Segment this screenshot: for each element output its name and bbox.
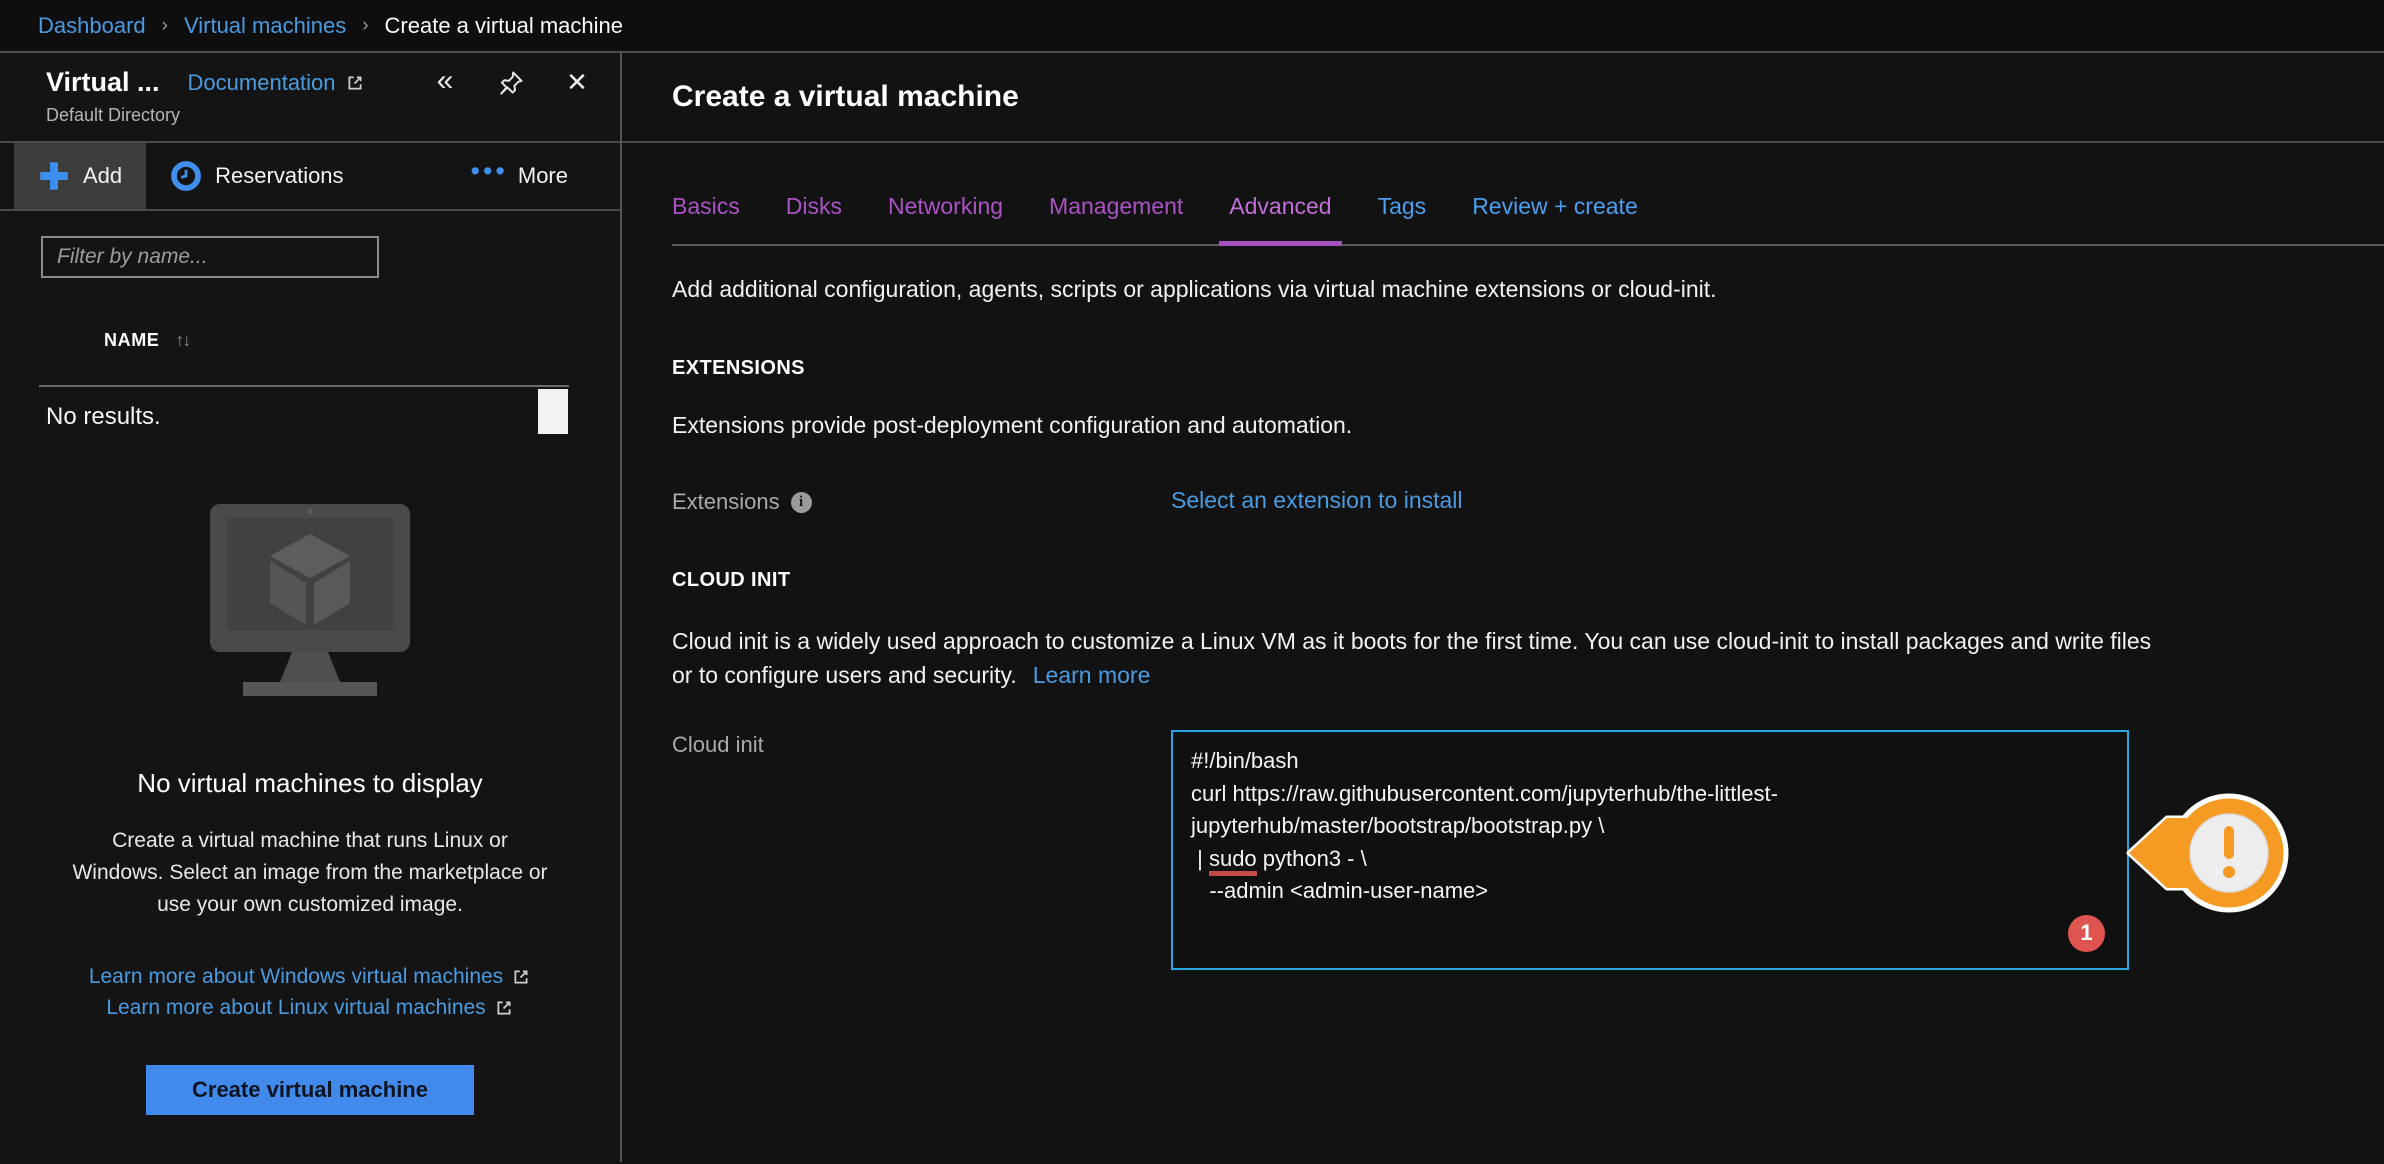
breadcrumb-current: Create a virtual machine (385, 13, 623, 39)
plus-icon (38, 160, 70, 192)
reservations-button[interactable]: Reservations (146, 143, 367, 209)
no-results-text: No results. (46, 403, 161, 430)
code-line: curl https://raw.githubusercontent.com/j… (1191, 778, 2109, 811)
step-badge: 1 (2068, 915, 2105, 952)
wizard-tabs: Basics Disks Networking Management Advanced T… (672, 143, 2384, 246)
tab-networking[interactable]: Networking (888, 193, 1003, 244)
code-line: | sudo python3 - \ (1191, 843, 2109, 876)
add-button[interactable]: Add (14, 143, 146, 209)
virtual-machines-blade: Virtual ... Documentation « ✕ Default Di… (0, 53, 622, 1162)
name-column-label: NAME (104, 330, 159, 351)
clock-icon (170, 160, 202, 192)
breadcrumb: Dashboard › Virtual machines › Create a … (0, 0, 2384, 53)
intro-text: Add additional configuration, agents, sc… (672, 276, 2384, 303)
select-extension-link[interactable]: Select an extension to install (1171, 487, 1463, 513)
tab-review-create[interactable]: Review + create (1472, 193, 1638, 244)
tab-disks[interactable]: Disks (786, 193, 842, 244)
documentation-label: Documentation (188, 70, 336, 96)
learn-linux-link[interactable]: Learn more about Linux virtual machines (106, 992, 513, 1023)
cloudinit-code-editor[interactable]: #!/bin/bashcurl https://raw.githubuserco… (1171, 730, 2129, 970)
cloudinit-description-text: Cloud init is a widely used approach to … (672, 628, 2151, 688)
page-title: Create a virtual machine (672, 80, 1019, 114)
external-link-icon (511, 967, 531, 987)
tab-management[interactable]: Management (1049, 193, 1183, 244)
breadcrumb-separator: › (162, 15, 168, 37)
learn-more-link[interactable]: Learn more (1033, 662, 1151, 688)
code-line: --admin <admin-user-name> (1191, 875, 2109, 908)
code-line: #!/bin/bash (1191, 745, 2109, 778)
documentation-link[interactable]: Documentation (188, 70, 365, 96)
more-label: More (518, 163, 568, 189)
cloudinit-field-label: Cloud init (672, 732, 764, 758)
tab-advanced[interactable]: Advanced (1229, 193, 1331, 244)
ellipsis-icon: ••• (471, 166, 508, 177)
filter-input[interactable] (41, 236, 379, 278)
external-link-icon (345, 73, 365, 93)
panel-header: Create a virtual machine (622, 53, 2384, 143)
empty-state-title: No virtual machines to display (40, 768, 580, 799)
blade-toolbar: Add Reservations ••• More (0, 143, 620, 211)
empty-state: No virtual machines to display Create a … (0, 503, 620, 1115)
scrollbar-thumb[interactable] (538, 389, 568, 434)
tab-tags[interactable]: Tags (1378, 193, 1427, 244)
sort-icon: ↑↓ (175, 330, 189, 351)
name-column-header[interactable]: NAME ↑↓ (104, 330, 620, 351)
info-icon[interactable]: i (791, 492, 812, 513)
cloudinit-heading: CLOUD INIT (672, 569, 2384, 592)
collapse-blade-icon[interactable]: « (430, 68, 460, 98)
learn-windows-link[interactable]: Learn more about Windows virtual machine… (89, 961, 531, 992)
extensions-field-label: Extensions (672, 489, 780, 515)
breadcrumb-link-virtual-machines[interactable]: Virtual machines (184, 13, 346, 39)
learn-windows-label: Learn more about Windows virtual machine… (89, 961, 503, 992)
add-label: Add (83, 163, 122, 189)
extensions-heading: EXTENSIONS (672, 357, 2384, 380)
warning-callout-icon (2123, 780, 2293, 926)
extensions-description: Extensions provide post-deployment confi… (672, 412, 2384, 439)
misspelled-word-underline: sudo (1209, 846, 1257, 876)
code-line: jupyterhub/master/bootstrap/bootstrap.py… (1191, 810, 2109, 843)
close-blade-icon[interactable]: ✕ (562, 68, 592, 98)
directory-subtitle: Default Directory (46, 105, 602, 126)
reservations-label: Reservations (215, 163, 343, 189)
empty-state-description: Create a virtual machine that runs Linux… (70, 825, 550, 921)
create-vm-button[interactable]: Create virtual machine (146, 1065, 474, 1115)
pin-icon[interactable] (496, 68, 526, 98)
more-button[interactable]: ••• More (447, 143, 592, 209)
blade-header: Virtual ... Documentation « ✕ Default Di… (0, 53, 620, 143)
cloudinit-description: Cloud init is a widely used approach to … (672, 624, 2172, 692)
external-link-icon (494, 998, 514, 1018)
breadcrumb-link-dashboard[interactable]: Dashboard (38, 13, 146, 39)
breadcrumb-separator: › (362, 15, 368, 37)
tab-basics[interactable]: Basics (672, 193, 740, 244)
create-vm-panel: Create a virtual machine Basics Disks Netw… (622, 53, 2384, 1162)
blade-title: Virtual ... (46, 67, 160, 98)
learn-linux-label: Learn more about Linux virtual machines (106, 992, 485, 1023)
vm-monitor-icon (209, 503, 411, 697)
